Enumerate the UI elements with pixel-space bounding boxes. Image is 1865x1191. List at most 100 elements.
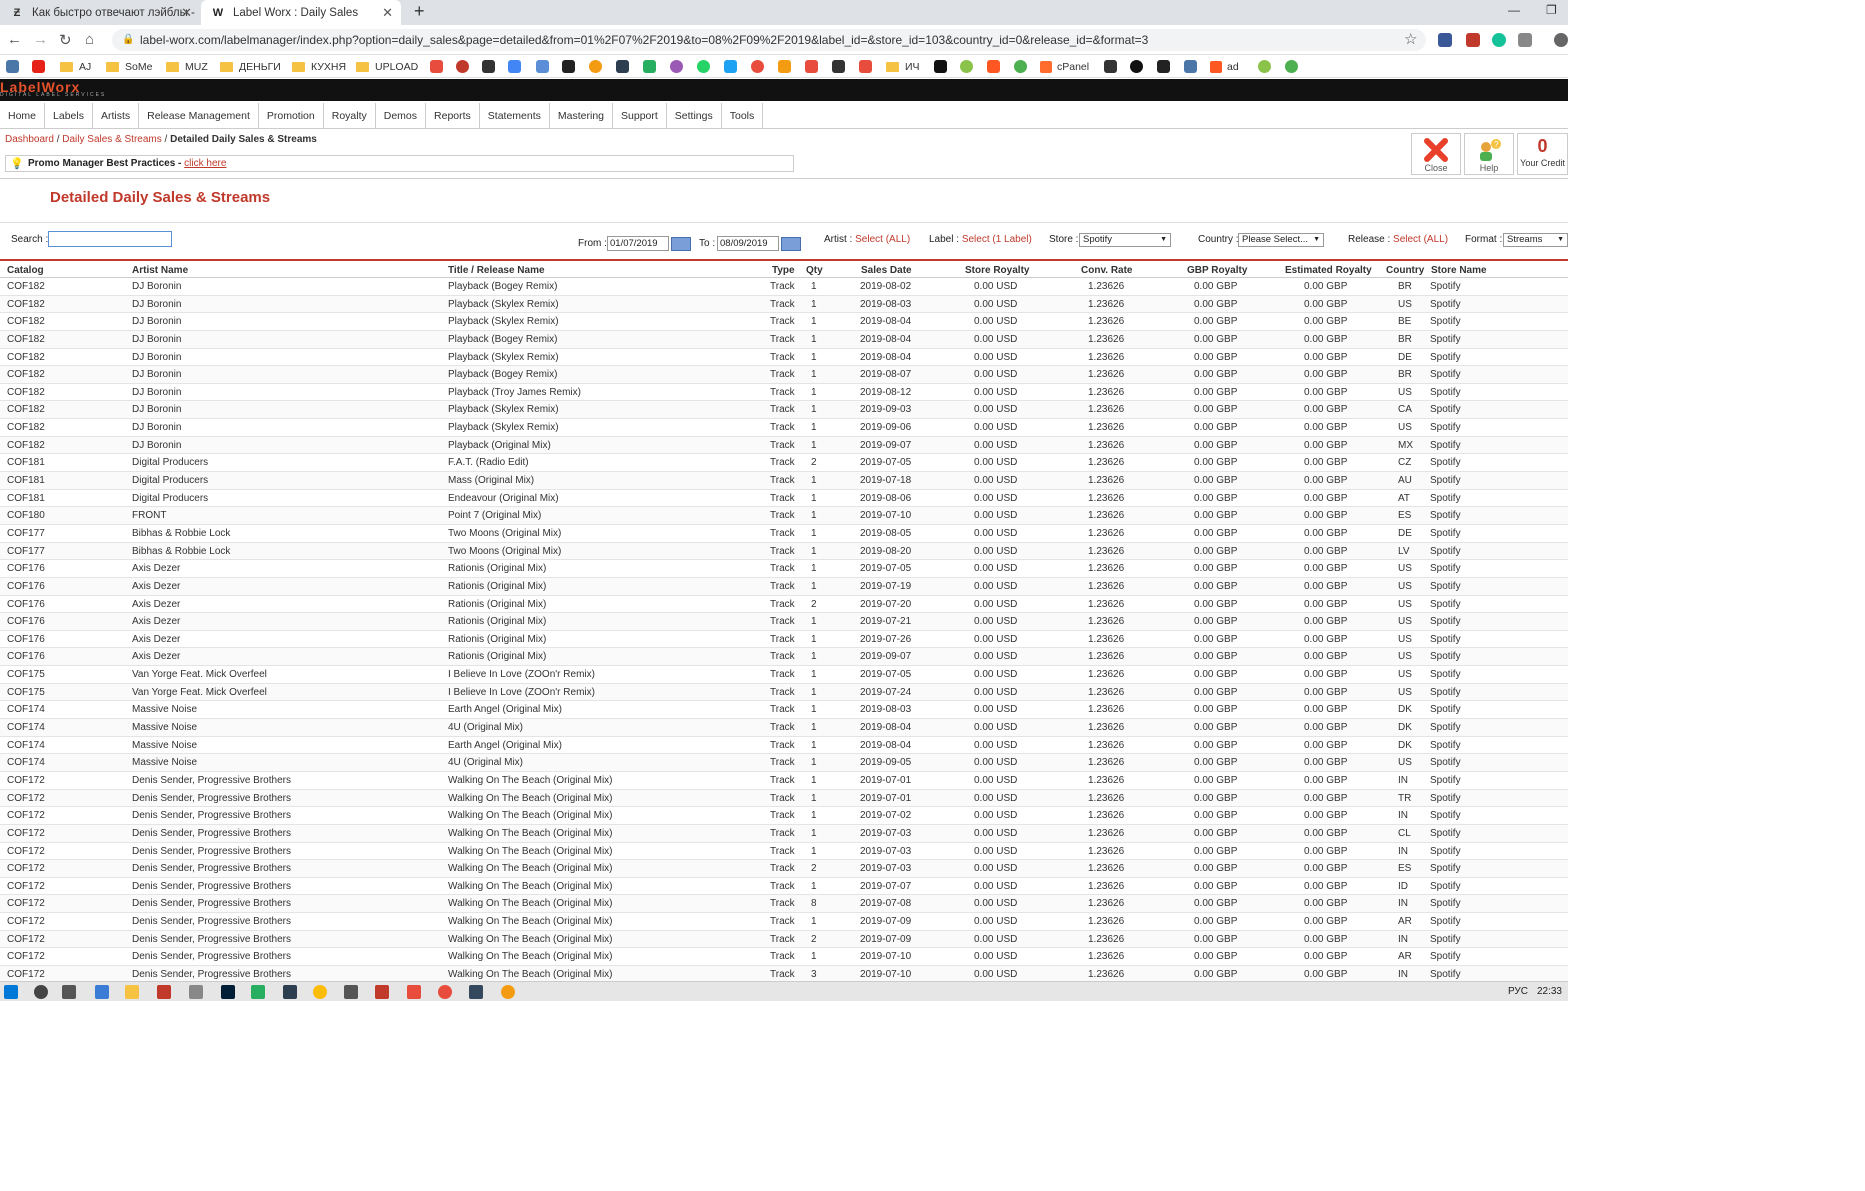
file-explorer-icon[interactable] bbox=[125, 985, 139, 999]
bookmark-icon[interactable] bbox=[805, 60, 818, 73]
menu-item-reports[interactable]: Reports bbox=[426, 103, 480, 129]
credit-box[interactable]: 0 Your Credit bbox=[1517, 133, 1568, 175]
table-row[interactable]: COF175 Van Yorge Feat. Mick Overfeel I Bel… bbox=[0, 683, 1568, 702]
table-row[interactable]: COF172 Denis Sender, Progressive Brothers… bbox=[0, 930, 1568, 949]
photoshop-icon[interactable] bbox=[221, 985, 235, 999]
youtube-icon[interactable] bbox=[32, 60, 45, 73]
bookmark-icon[interactable] bbox=[1285, 60, 1298, 73]
table-row[interactable]: COF182 DJ Boronin Playback (Skylex Remix) T… bbox=[0, 349, 1568, 367]
bookmark-icon[interactable] bbox=[670, 60, 683, 73]
store-select[interactable]: Spotify bbox=[1079, 233, 1171, 247]
bookmark-folder[interactable]: ИЧ bbox=[886, 59, 920, 75]
bookmark-folder[interactable]: SoMe bbox=[106, 59, 152, 75]
menu-item-home[interactable]: Home bbox=[0, 103, 46, 129]
table-row[interactable]: COF172 Denis Sender, Progressive Brothers… bbox=[0, 843, 1568, 861]
help-button[interactable]: ? Help bbox=[1464, 133, 1514, 175]
bookmark-icon[interactable] bbox=[960, 60, 973, 73]
bookmark-folder[interactable]: ДЕНЬГИ bbox=[220, 59, 281, 75]
table-row[interactable]: COF176 Axis Dezer Rationis (Original Mix) T… bbox=[0, 648, 1568, 667]
bookmark-icon[interactable] bbox=[724, 60, 737, 73]
labelworx-icon[interactable] bbox=[1157, 60, 1170, 73]
bookmark-icon[interactable] bbox=[643, 60, 656, 73]
table-row[interactable]: COF172 Denis Sender, Progressive Brothers… bbox=[0, 807, 1568, 825]
taskbar-app-icon[interactable] bbox=[283, 985, 297, 999]
table-row[interactable]: COF182 DJ Boronin Playback (Bogey Remix) Tr… bbox=[0, 366, 1568, 384]
menu-item-artists[interactable]: Artists bbox=[93, 103, 140, 129]
menu-item-release-management[interactable]: Release Management bbox=[139, 103, 259, 129]
clock[interactable]: 22:33 bbox=[1537, 986, 1562, 997]
col-header[interactable]: Estimated Royalty bbox=[1285, 265, 1372, 276]
forward-icon[interactable]: → bbox=[33, 31, 48, 48]
bookmark-icon[interactable] bbox=[1130, 60, 1143, 73]
bookmark-icon[interactable] bbox=[832, 60, 845, 73]
to-date-input[interactable]: 08/09/2019 bbox=[717, 236, 779, 251]
table-row[interactable]: COF182 DJ Boronin Playback (Bogey Remix) Tr… bbox=[0, 278, 1568, 296]
promo-link[interactable]: click here bbox=[184, 158, 226, 169]
col-header[interactable]: Store Name bbox=[1431, 265, 1487, 276]
language-indicator[interactable]: РУС bbox=[1508, 986, 1528, 997]
bookmark-icon[interactable] bbox=[430, 60, 443, 73]
artist-select-link[interactable]: Select (ALL) bbox=[855, 234, 910, 245]
bookmark-icon[interactable] bbox=[1104, 60, 1117, 73]
table-row[interactable]: COF182 DJ Boronin Playback (Skylex Remix) T… bbox=[0, 419, 1568, 437]
col-header[interactable]: Artist Name bbox=[132, 265, 188, 276]
vk-icon[interactable] bbox=[6, 60, 19, 73]
labelworx-logo[interactable]: LabelWorx DIGITAL LABEL SERVICES bbox=[0, 79, 106, 98]
task-view-icon[interactable] bbox=[62, 985, 76, 999]
bookmark-icon[interactable] bbox=[456, 60, 469, 73]
menu-item-promotion[interactable]: Promotion bbox=[259, 103, 324, 129]
menu-item-royalty[interactable]: Royalty bbox=[324, 103, 376, 129]
taskbar-app-icon[interactable] bbox=[407, 985, 421, 999]
country-select[interactable]: Please Select... bbox=[1238, 233, 1324, 247]
taskbar-app-icon[interactable] bbox=[95, 985, 109, 999]
extension-icon[interactable] bbox=[1518, 33, 1532, 47]
table-row[interactable]: COF175 Van Yorge Feat. Mick Overfeel I Bel… bbox=[0, 666, 1568, 684]
chrome-icon[interactable] bbox=[313, 985, 327, 999]
menu-item-mastering[interactable]: Mastering bbox=[550, 103, 614, 129]
col-header[interactable]: Type bbox=[772, 265, 795, 276]
bookmark-folder[interactable]: AJ bbox=[60, 59, 91, 75]
table-row[interactable]: COF172 Denis Sender, Progressive Brothers… bbox=[0, 789, 1568, 808]
bookmark-icon[interactable] bbox=[934, 60, 947, 73]
soundcloud-icon[interactable] bbox=[987, 60, 1000, 73]
table-row[interactable]: COF182 DJ Boronin Playback (Bogey Remix) Tr… bbox=[0, 330, 1568, 349]
table-row[interactable]: COF182 DJ Boronin Playback (Skylex Remix) T… bbox=[0, 313, 1568, 331]
table-row[interactable]: COF172 Denis Sender, Progressive Brothers… bbox=[0, 824, 1568, 843]
table-row[interactable]: COF176 Axis Dezer Rationis (Original Mix) T… bbox=[0, 577, 1568, 596]
close-tab-icon[interactable]: ✕ bbox=[382, 5, 393, 21]
table-row[interactable]: COF174 Massive Noise 4U (Original Mix) Trac… bbox=[0, 754, 1568, 772]
taskbar-app-icon[interactable] bbox=[251, 985, 265, 999]
col-header[interactable]: Sales Date bbox=[861, 265, 912, 276]
menu-item-demos[interactable]: Demos bbox=[376, 103, 427, 129]
new-tab-button[interactable]: + bbox=[414, 1, 425, 22]
bookmark-cpanel[interactable]: cPanel bbox=[1040, 59, 1089, 75]
bookmark-icon[interactable] bbox=[482, 60, 495, 73]
table-row[interactable]: COF172 Denis Sender, Progressive Brothers… bbox=[0, 895, 1568, 914]
taskbar-app-icon[interactable] bbox=[469, 985, 483, 999]
menu-item-labels[interactable]: Labels bbox=[45, 103, 93, 129]
bookmark-icon[interactable] bbox=[589, 60, 602, 73]
table-row[interactable]: COF177 Bibhas & Robbie Lock Two Moons (Ori… bbox=[0, 542, 1568, 561]
table-row[interactable]: COF174 Massive Noise 4U (Original Mix) Trac… bbox=[0, 719, 1568, 737]
bookmark-icon[interactable] bbox=[859, 60, 872, 73]
minimize-icon[interactable]: — bbox=[1508, 3, 1520, 17]
table-row[interactable]: COF182 DJ Boronin Playback (Skylex Remix) T… bbox=[0, 295, 1568, 314]
filezilla-icon[interactable] bbox=[157, 985, 171, 999]
browser-tab-active[interactable]: W Label Worx : Daily Sales ✕ bbox=[201, 0, 401, 25]
table-row[interactable]: COF172 Denis Sender, Progressive Brothers… bbox=[0, 860, 1568, 878]
table-row[interactable]: COF181 Digital Producers F.A.T. (Radio Edi… bbox=[0, 454, 1568, 473]
search-input[interactable] bbox=[48, 231, 172, 247]
windows-start-icon[interactable] bbox=[4, 985, 18, 999]
col-header[interactable]: Country bbox=[1386, 265, 1424, 276]
table-row[interactable]: COF181 Digital Producers Mass (Original Mi… bbox=[0, 472, 1568, 490]
home-icon[interactable]: ⌂ bbox=[85, 31, 94, 48]
menu-item-tools[interactable]: Tools bbox=[722, 103, 764, 129]
translate-icon[interactable] bbox=[508, 60, 521, 73]
table-row[interactable]: COF182 DJ Boronin Playback (Original Mix) T… bbox=[0, 436, 1568, 455]
bookmark-icon[interactable] bbox=[616, 60, 629, 73]
taskbar-app-icon[interactable] bbox=[501, 985, 515, 999]
grammarly-icon[interactable] bbox=[1492, 33, 1506, 47]
release-select-link[interactable]: Select (ALL) bbox=[1393, 234, 1448, 245]
table-row[interactable]: COF172 Denis Sender, Progressive Brothers… bbox=[0, 878, 1568, 896]
bookmark-icon[interactable] bbox=[751, 60, 764, 73]
